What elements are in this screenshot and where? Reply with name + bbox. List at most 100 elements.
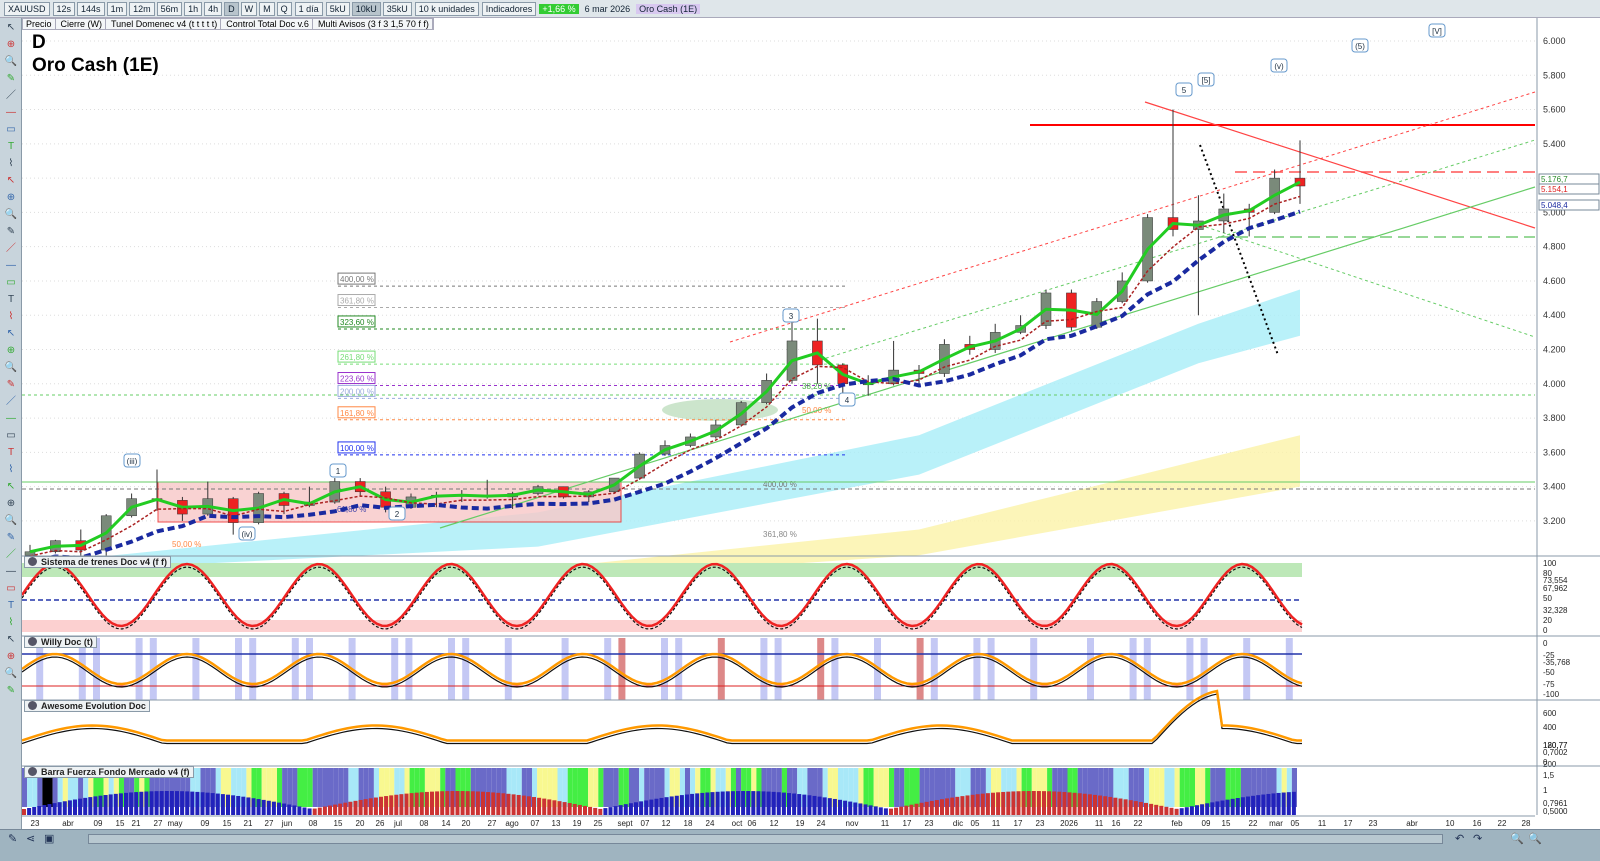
date-tick: 22 [1134, 819, 1143, 828]
period-4h[interactable]: 4h [204, 1, 223, 16]
drawing-tool-icon[interactable]: 🔍 [3, 361, 19, 375]
date-tick: 27 [154, 819, 163, 828]
pane-title-label[interactable]: Barra Fuerza Fondo Mercado v4 (f) [41, 767, 190, 777]
force-bar [379, 796, 383, 815]
drawing-tool-icon[interactable]: T [3, 446, 19, 460]
force-bg-bar [1144, 768, 1150, 807]
close-pane-icon[interactable] [28, 637, 37, 646]
drawing-tool-icon[interactable]: ↖ [3, 480, 19, 494]
fib-extra-label: 400,00 % [763, 480, 797, 489]
drawing-tool-icon[interactable]: 🔍 [3, 208, 19, 222]
period-Q[interactable]: Q [276, 1, 292, 16]
force-bar [1164, 806, 1169, 815]
force-bg-bar [909, 768, 915, 807]
drawing-tool-icon[interactable]: ✎ [3, 378, 19, 392]
drawing-tool-icon[interactable]: ⊕ [3, 38, 19, 52]
force-bar [1174, 808, 1179, 815]
zoom-out-icon[interactable]: 🔍 [1510, 832, 1524, 845]
close-pane-icon[interactable] [28, 701, 37, 710]
drawing-tool-icon[interactable]: ／ [3, 242, 19, 256]
date-tick: 16 [1112, 819, 1121, 828]
pane-title-label[interactable]: Sistema de trenes Doc v4 (f f) [41, 557, 167, 567]
drawing-tool-icon[interactable]: ↖ [3, 633, 19, 647]
drawing-tool-icon[interactable]: — [3, 106, 19, 120]
horizontal-scrollbar[interactable] [88, 834, 1443, 844]
drawing-tool-icon[interactable]: T [3, 140, 19, 154]
drawing-tool-icon[interactable]: ⊕ [3, 650, 19, 664]
period-144s[interactable]: 144s [77, 1, 105, 16]
drawing-tool-icon[interactable]: ↖ [3, 174, 19, 188]
share-icon[interactable]: ⋖ [26, 832, 35, 845]
chat-icon[interactable]: ▣ [44, 832, 54, 845]
pane-title-label[interactable]: Awesome Evolution Doc [41, 701, 146, 711]
force-bar [67, 800, 72, 815]
period-12s[interactable]: 12s [52, 1, 76, 16]
drawing-tool-icon[interactable]: ⌇ [3, 616, 19, 630]
chart-area[interactable]: 400,00 % 361,80 % 323,60 % 261,80 % 223,60 %… [22, 18, 1600, 829]
willy-bar [618, 638, 626, 700]
drawing-tool-icon[interactable]: ▭ [3, 429, 19, 443]
date-tick: 07 [641, 819, 650, 828]
interval-select[interactable]: 1 día [294, 1, 323, 16]
force-bar [1036, 791, 1041, 815]
drawing-tool-icon[interactable]: ↖ [3, 21, 19, 35]
drawing-tool-icon[interactable]: ✎ [3, 225, 19, 239]
drawing-tool-icon[interactable]: — [3, 412, 19, 426]
close-pane-icon[interactable] [28, 767, 37, 776]
drawing-tool-icon[interactable]: ⌇ [3, 157, 19, 171]
period-1h[interactable]: 1h [184, 1, 203, 16]
period-W[interactable]: W [240, 1, 258, 16]
drawing-tool-icon[interactable]: ⊕ [3, 497, 19, 511]
undo-icon[interactable]: ↶ [1455, 832, 1464, 845]
period-56m[interactable]: 56m [156, 1, 183, 16]
period-D[interactable]: D [224, 1, 239, 16]
symbol-select[interactable]: XAUUSD [4, 1, 50, 16]
force-bar [746, 791, 751, 815]
date-label: 6 mar 2026 [584, 3, 631, 14]
drawing-tool-icon[interactable]: 🔍 [3, 667, 19, 681]
drawing-tool-icon[interactable]: ✎ [3, 72, 19, 86]
drawing-tool-icon[interactable]: ⊕ [3, 344, 19, 358]
drawing-tool-icon[interactable]: ↖ [3, 327, 19, 341]
units-select[interactable]: 10 k unidades [414, 1, 479, 16]
period-1m[interactable]: 1m [106, 1, 128, 16]
force-bar [532, 797, 536, 815]
drawing-tool-icon[interactable]: — [3, 259, 19, 273]
pane-tick: 200 [1543, 760, 1557, 769]
indicators-button[interactable]: Indicadores [481, 1, 537, 16]
force-bar [894, 807, 899, 815]
period-M[interactable]: M [259, 1, 275, 16]
force-bar [751, 791, 756, 815]
unit-5kU[interactable]: 5kU [325, 1, 350, 16]
pane-title-label[interactable]: Willy Doc (t) [41, 637, 93, 647]
drawing-tool-icon[interactable]: ／ [3, 548, 19, 562]
drawing-toolbar: ↖ ⊕ 🔍 ✎ ／ — ▭ T ⌇ ↖ ⊕ 🔍 ✎ ／ — ▭ T ⌇ ↖ ⊕ 🔍 ✎ ／ — ▭ T ⌇ ↖ ⊕ 🔍 ✎ ／ — ▭ T ⌇ ↖ ⊕ 🔍 ✎ [0, 18, 22, 829]
unit-35kU[interactable]: 35kU [382, 1, 412, 16]
drawing-tool-icon[interactable]: ▭ [3, 276, 19, 290]
pencil-icon[interactable]: ✎ [8, 832, 17, 845]
drawing-tool-icon[interactable]: ▭ [3, 123, 19, 137]
drawing-tool-icon[interactable]: — [3, 565, 19, 579]
unit-10kU[interactable]: 10kU [351, 1, 381, 16]
close-pane-icon[interactable] [28, 557, 37, 566]
zoom-in-icon[interactable]: 🔍 [1528, 832, 1542, 845]
drawing-tool-icon[interactable]: ⌇ [3, 463, 19, 477]
drawing-tool-icon[interactable]: ⊕ [3, 191, 19, 205]
redo-icon[interactable]: ↷ [1473, 832, 1482, 845]
drawing-tool-icon[interactable]: ✎ [3, 531, 19, 545]
period-12m[interactable]: 12m [129, 1, 155, 16]
drawing-tool-icon[interactable]: 🔍 [3, 514, 19, 528]
drawing-tool-icon[interactable]: ▭ [3, 582, 19, 596]
drawing-tool-icon[interactable]: T [3, 599, 19, 613]
drawing-tool-icon[interactable]: T [3, 293, 19, 307]
drawing-tool-icon[interactable]: ⌇ [3, 310, 19, 324]
force-bar [756, 791, 761, 815]
drawing-tool-icon[interactable]: ／ [3, 89, 19, 103]
force-bar [970, 794, 975, 815]
drawing-tool-icon[interactable]: ／ [3, 395, 19, 409]
force-bar [659, 797, 664, 815]
force-bar [1220, 800, 1225, 815]
drawing-tool-icon[interactable]: ✎ [3, 684, 19, 698]
drawing-tool-icon[interactable]: 🔍 [3, 55, 19, 69]
date-tick: 20 [356, 819, 365, 828]
